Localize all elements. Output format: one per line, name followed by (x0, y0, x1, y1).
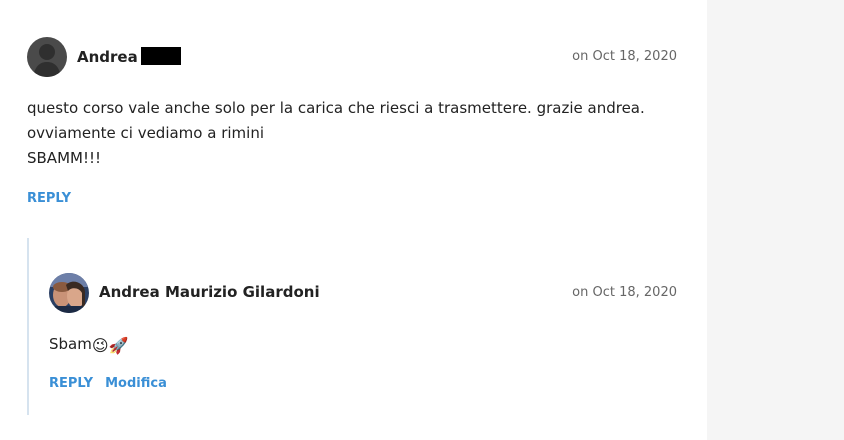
comments-page: Andrea on Oct 18, 2020 questo corso vale… (0, 0, 844, 440)
reply-thread-line (27, 238, 29, 415)
reply-button[interactable]: REPLY (27, 191, 71, 206)
comment-actions: REPLY (27, 191, 677, 206)
comments-section: Andrea on Oct 18, 2020 questo corso vale… (0, 0, 707, 440)
comment-reply: Andrea Maurizio Gilardoni on Oct 18, 202… (49, 273, 677, 391)
comment-body: Sbam😉🚀 (49, 332, 677, 358)
edit-button[interactable]: Modifica (105, 376, 167, 391)
reply-button[interactable]: REPLY (49, 376, 93, 391)
wink-emoji-icon: 😉 (91, 336, 109, 355)
comment-text: Sbam (49, 335, 92, 353)
user-photo-avatar (49, 273, 89, 313)
comment-date[interactable]: on Oct 18, 2020 (572, 285, 677, 300)
comment: Andrea on Oct 18, 2020 questo corso vale… (27, 37, 677, 206)
comment-header: Andrea Maurizio Gilardoni on Oct 18, 202… (49, 273, 677, 314)
comment-line: questo corso vale anche solo per la cari… (27, 99, 645, 117)
avatar[interactable] (49, 273, 89, 313)
comment-author[interactable]: Andrea (77, 47, 181, 66)
comment-actions: REPLY Modifica (49, 376, 677, 391)
comment-body: questo corso vale anche solo per la cari… (27, 96, 677, 171)
sidebar-panel (707, 0, 844, 440)
comment-line: SBAMM!!! (27, 149, 101, 167)
comment-line: ovviamente ci vediamo a rimini (27, 124, 264, 142)
comment-header: Andrea on Oct 18, 2020 (27, 37, 677, 78)
comment-author[interactable]: Andrea Maurizio Gilardoni (99, 283, 320, 301)
avatar[interactable] (27, 37, 67, 77)
person-silhouette-icon (27, 37, 67, 77)
comment-date[interactable]: on Oct 18, 2020 (572, 49, 677, 64)
rocket-emoji-icon: 🚀 (108, 336, 129, 355)
author-name: Andrea (77, 48, 138, 66)
redacted-surname (140, 47, 181, 65)
